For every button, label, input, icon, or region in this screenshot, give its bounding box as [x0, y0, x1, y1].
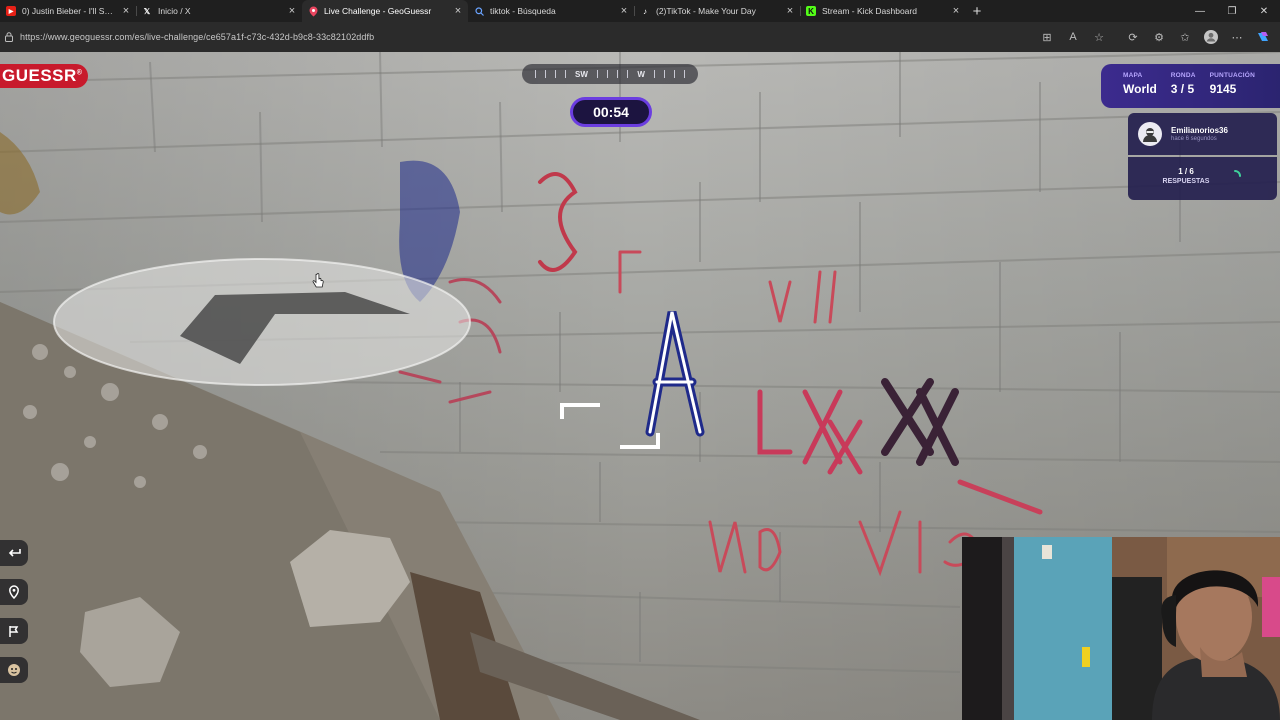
tab-kick-dashboard[interactable]: K Stream - Kick Dashboard × [800, 0, 966, 22]
tab-geoguessr[interactable]: Live Challenge - GeoGuessr × [302, 0, 468, 22]
tab-label: Inicio / X [158, 6, 191, 16]
location-pin-icon [308, 6, 318, 16]
compass-bar: SW W [522, 64, 698, 84]
profile-avatar-icon[interactable] [1198, 22, 1224, 52]
refresh-icon[interactable]: ⟳ [1120, 22, 1146, 52]
round-stat: RONDA 3 / 5 [1171, 72, 1196, 108]
return-arrow-icon [8, 549, 21, 557]
stat-value: 9145 [1209, 82, 1237, 96]
minimize-icon[interactable]: — [1184, 0, 1216, 22]
webcam-feed [962, 537, 1280, 720]
logo-text: GUESSR [2, 66, 77, 85]
extensions-icon[interactable]: ⚙ [1146, 22, 1172, 52]
stat-value: 3 / 5 [1170, 82, 1195, 96]
tab-x[interactable]: 𝕏 Inicio / X × [136, 0, 302, 22]
restore-icon[interactable]: ❐ [1216, 0, 1248, 22]
tiktok-icon: ♪ [643, 6, 647, 16]
answers-count: 1 / 6 [1178, 167, 1194, 176]
tab-tiktok[interactable]: ♪ (2)TikTok - Make Your Day × [634, 0, 800, 22]
tab-justin-bieber[interactable]: ▶ 0) Justin Bieber - I'll Show You × [0, 0, 136, 22]
read-aloud-icon[interactable]: A [1060, 22, 1086, 52]
favorites-icon[interactable]: ✩ [1172, 22, 1198, 52]
close-icon[interactable]: × [784, 5, 796, 17]
streamer-webcam [962, 537, 1280, 720]
favorite-star-icon[interactable]: ☆ [1086, 22, 1112, 52]
player-answer-row: Emilianorios36 hace 6 segundos [1128, 113, 1277, 155]
more-options-icon[interactable]: ⋯ [1224, 22, 1250, 52]
loading-spinner-icon [1234, 170, 1241, 177]
app-available-icon[interactable]: ⊞ [1034, 22, 1060, 52]
close-icon[interactable]: × [120, 5, 132, 17]
score-stat: PUNTUACIÓN 9145 [1210, 72, 1255, 108]
game-status-panel: MAPA World RONDA 3 / 5 PUNTUACIÓN 9145 [1101, 64, 1280, 108]
compass-label: SW [574, 69, 588, 79]
answers-label: RESPUESTAS [1162, 178, 1210, 185]
stat-value: World [1123, 82, 1157, 96]
return-to-start-button[interactable] [0, 540, 28, 566]
url-field[interactable]: https://www.geoguessr.com/es/live-challe… [20, 32, 374, 42]
round-timer: 00:54 [570, 97, 652, 127]
flag-button[interactable] [0, 618, 28, 644]
lock-icon[interactable] [4, 31, 14, 43]
new-tab-button[interactable]: + [966, 0, 988, 22]
x-logo-icon: 𝕏 [143, 6, 151, 16]
map-stat: MAPA World [1123, 72, 1157, 108]
window-controls: — ❐ ✕ [1184, 0, 1280, 22]
close-icon[interactable]: × [950, 5, 962, 17]
view-focus-frame-icon [560, 403, 660, 449]
browser-toolbar: ⊞ A ☆ ⟳ ⚙ ✩ ⋯ [1034, 22, 1276, 52]
tab-label: (2)TikTok - Make Your Day [656, 6, 756, 16]
tab-label: Stream - Kick Dashboard [822, 6, 917, 16]
map-pin-icon [9, 585, 19, 599]
close-icon[interactable]: × [618, 5, 630, 17]
search-icon [474, 6, 484, 16]
hand-cursor-icon [312, 273, 324, 288]
browser-tab-bar: ▶ 0) Justin Bieber - I'll Show You × 𝕏 I… [0, 0, 1280, 22]
copilot-icon[interactable] [1250, 22, 1276, 52]
close-icon[interactable]: × [286, 5, 298, 17]
player-name: Emilianorios36 [1171, 126, 1228, 135]
tab-label: tiktok - Búsqueda [490, 6, 556, 16]
tab-tiktok-search[interactable]: tiktok - Búsqueda × [468, 0, 634, 22]
address-bar: https://www.geoguessr.com/es/live-challe… [0, 22, 1280, 52]
set-checkpoint-button[interactable] [0, 579, 28, 605]
geoguessr-logo: GUESSR® [0, 64, 89, 88]
answers-counter: 1 / 6 RESPUESTAS [1128, 157, 1277, 200]
stat-label: RONDA [1170, 72, 1196, 79]
emote-face-icon [8, 664, 20, 676]
stat-label: PUNTUACIÓN [1209, 72, 1255, 79]
flag-icon [9, 625, 19, 637]
compass-label: W [637, 69, 645, 79]
close-window-icon[interactable]: ✕ [1248, 0, 1280, 22]
player-answer-time: hace 6 segundos [1171, 136, 1217, 142]
tab-label: Live Challenge - GeoGuessr [324, 6, 432, 16]
youtube-icon: ▶ [6, 6, 16, 16]
close-icon[interactable]: × [452, 5, 464, 17]
stat-label: MAPA [1123, 72, 1143, 79]
avatar [1138, 122, 1162, 146]
tab-label: 0) Justin Bieber - I'll Show You [22, 6, 116, 16]
kick-icon: K [806, 6, 816, 16]
emote-button[interactable] [0, 657, 28, 683]
